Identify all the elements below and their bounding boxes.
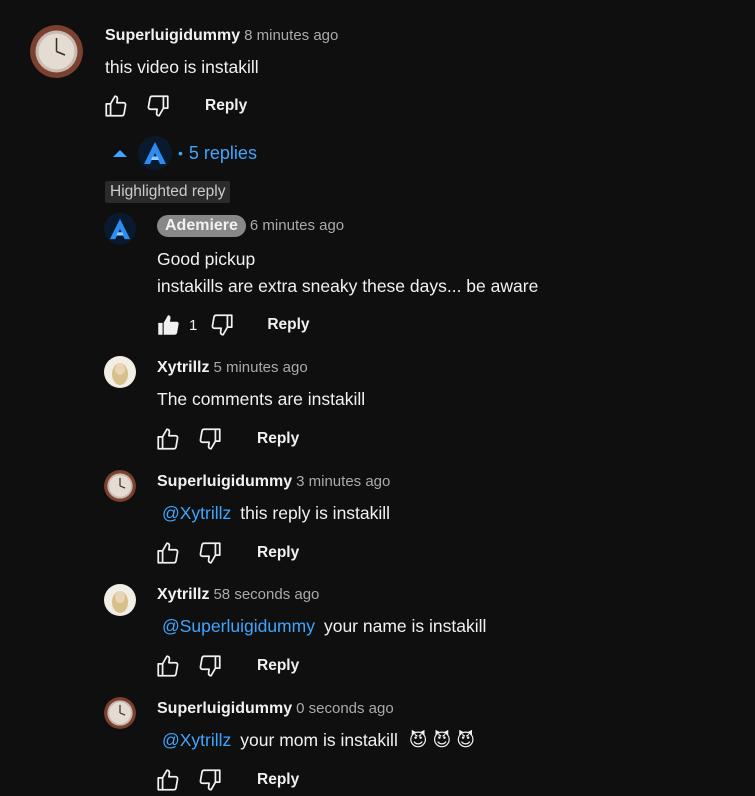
reply-text: @Xytrillz your mom is instakill 😈 😈 😈 (157, 727, 475, 753)
creator-logo-icon (144, 142, 166, 164)
like-button[interactable] (153, 765, 183, 795)
dislike-button[interactable] (195, 424, 225, 454)
reply-actions: Reply (153, 423, 299, 455)
reply-button[interactable]: Reply (257, 653, 299, 679)
avatar[interactable] (104, 584, 136, 616)
reply-body: your name is instakill (323, 616, 487, 636)
mention-link[interactable]: @Superluigidummy (162, 616, 315, 636)
reply-author[interactable]: Xytrillz 5 minutes ago (157, 359, 308, 377)
reply-actions: Reply (153, 537, 299, 569)
thumbs-down-icon (199, 769, 221, 791)
dislike-button[interactable] (195, 651, 225, 681)
reply-text: @Superluigidummy your name is instakill (157, 613, 486, 639)
avatar[interactable] (104, 213, 136, 245)
highlighted-reply-label: Highlighted reply (105, 181, 231, 203)
like-button[interactable] (153, 538, 183, 568)
reply-timestamp[interactable]: 3 minutes ago (296, 473, 390, 490)
reply-author[interactable]: Superluigidummy 3 minutes ago (157, 473, 390, 491)
reply-author[interactable]: Superluigidummy 0 seconds ago (157, 700, 394, 718)
comment-text: this video is instakill (105, 57, 259, 77)
comment-timestamp[interactable]: 8 minutes ago (244, 27, 338, 44)
replies-toggle-button[interactable]: • 5 replies (108, 136, 257, 170)
like-button[interactable] (101, 91, 131, 121)
dislike-button[interactable] (207, 310, 237, 340)
reply-actions: 1 Reply (153, 309, 310, 341)
comment-thread: Superluigidummy 8 minutes ago this video … (0, 0, 755, 796)
reply-button[interactable]: Reply (267, 312, 309, 338)
thumbs-down-icon (147, 95, 169, 117)
reply-body: this reply is instakill (240, 503, 391, 523)
thumbs-up-filled-icon (158, 315, 179, 335)
avatar[interactable] (104, 697, 136, 729)
like-button[interactable] (153, 651, 183, 681)
comment-actions: Reply (101, 90, 247, 122)
reply-button[interactable]: Reply (205, 93, 247, 119)
author-name[interactable]: Superluigidummy (157, 700, 292, 717)
avatar[interactable] (30, 25, 83, 78)
reply-author[interactable]: Xytrillz 58 seconds ago (157, 586, 319, 604)
caret-up-icon (113, 150, 127, 157)
thumbs-up-icon (105, 95, 127, 117)
reply-text-line: Good pickup (157, 249, 256, 269)
reply-timestamp[interactable]: 5 minutes ago (213, 359, 307, 376)
comment-author[interactable]: Superluigidummy 8 minutes ago (105, 27, 338, 45)
thumbs-down-icon (199, 655, 221, 677)
replies-count[interactable]: 5 replies (189, 143, 257, 164)
devil-emoji: 😈 😈 😈 (408, 730, 476, 750)
author-name[interactable]: Xytrillz (157, 586, 209, 603)
reply-actions: Reply (153, 764, 299, 796)
dislike-button[interactable] (143, 91, 173, 121)
reply-author[interactable]: Ademiere 6 minutes ago (157, 215, 344, 237)
creator-logo-icon (109, 218, 131, 240)
reply-text-line: instakills are extra sneaky these days..… (157, 276, 539, 296)
thumbs-up-icon (157, 655, 179, 677)
thumbs-up-icon (157, 769, 179, 791)
avatar[interactable] (104, 470, 136, 502)
reply-actions: Reply (153, 650, 299, 682)
reply-button[interactable]: Reply (257, 426, 299, 452)
reply-timestamp[interactable]: 58 seconds ago (213, 586, 319, 603)
like-button[interactable] (153, 424, 183, 454)
reply-text: @Xytrillz this reply is instakill (157, 500, 390, 526)
thumbs-down-icon (199, 428, 221, 450)
reply-button[interactable]: Reply (257, 540, 299, 566)
author-name[interactable]: Superluigidummy (105, 27, 240, 44)
mention-link[interactable]: @Xytrillz (162, 503, 231, 523)
separator-dot: • (178, 145, 183, 161)
mention-link[interactable]: @Xytrillz (162, 730, 231, 750)
dislike-button[interactable] (195, 538, 225, 568)
reply-text: The comments are instakill (157, 389, 366, 409)
like-button[interactable] (153, 310, 183, 340)
reply-timestamp[interactable]: 6 minutes ago (250, 217, 344, 234)
reply-body: your mom is instakill (240, 730, 398, 750)
thumbs-down-icon (211, 314, 233, 336)
creator-badge[interactable]: Ademiere (157, 215, 246, 237)
author-name[interactable]: Xytrillz (157, 359, 209, 376)
dislike-button[interactable] (195, 765, 225, 795)
reply-button[interactable]: Reply (257, 767, 299, 793)
like-count: 1 (189, 316, 198, 334)
creator-avatar (138, 136, 172, 170)
author-name[interactable]: Superluigidummy (157, 473, 292, 490)
avatar[interactable] (104, 356, 136, 388)
thumbs-up-icon (157, 542, 179, 564)
thumbs-down-icon (199, 542, 221, 564)
thumbs-up-icon (157, 428, 179, 450)
reply-timestamp[interactable]: 0 seconds ago (296, 700, 394, 717)
